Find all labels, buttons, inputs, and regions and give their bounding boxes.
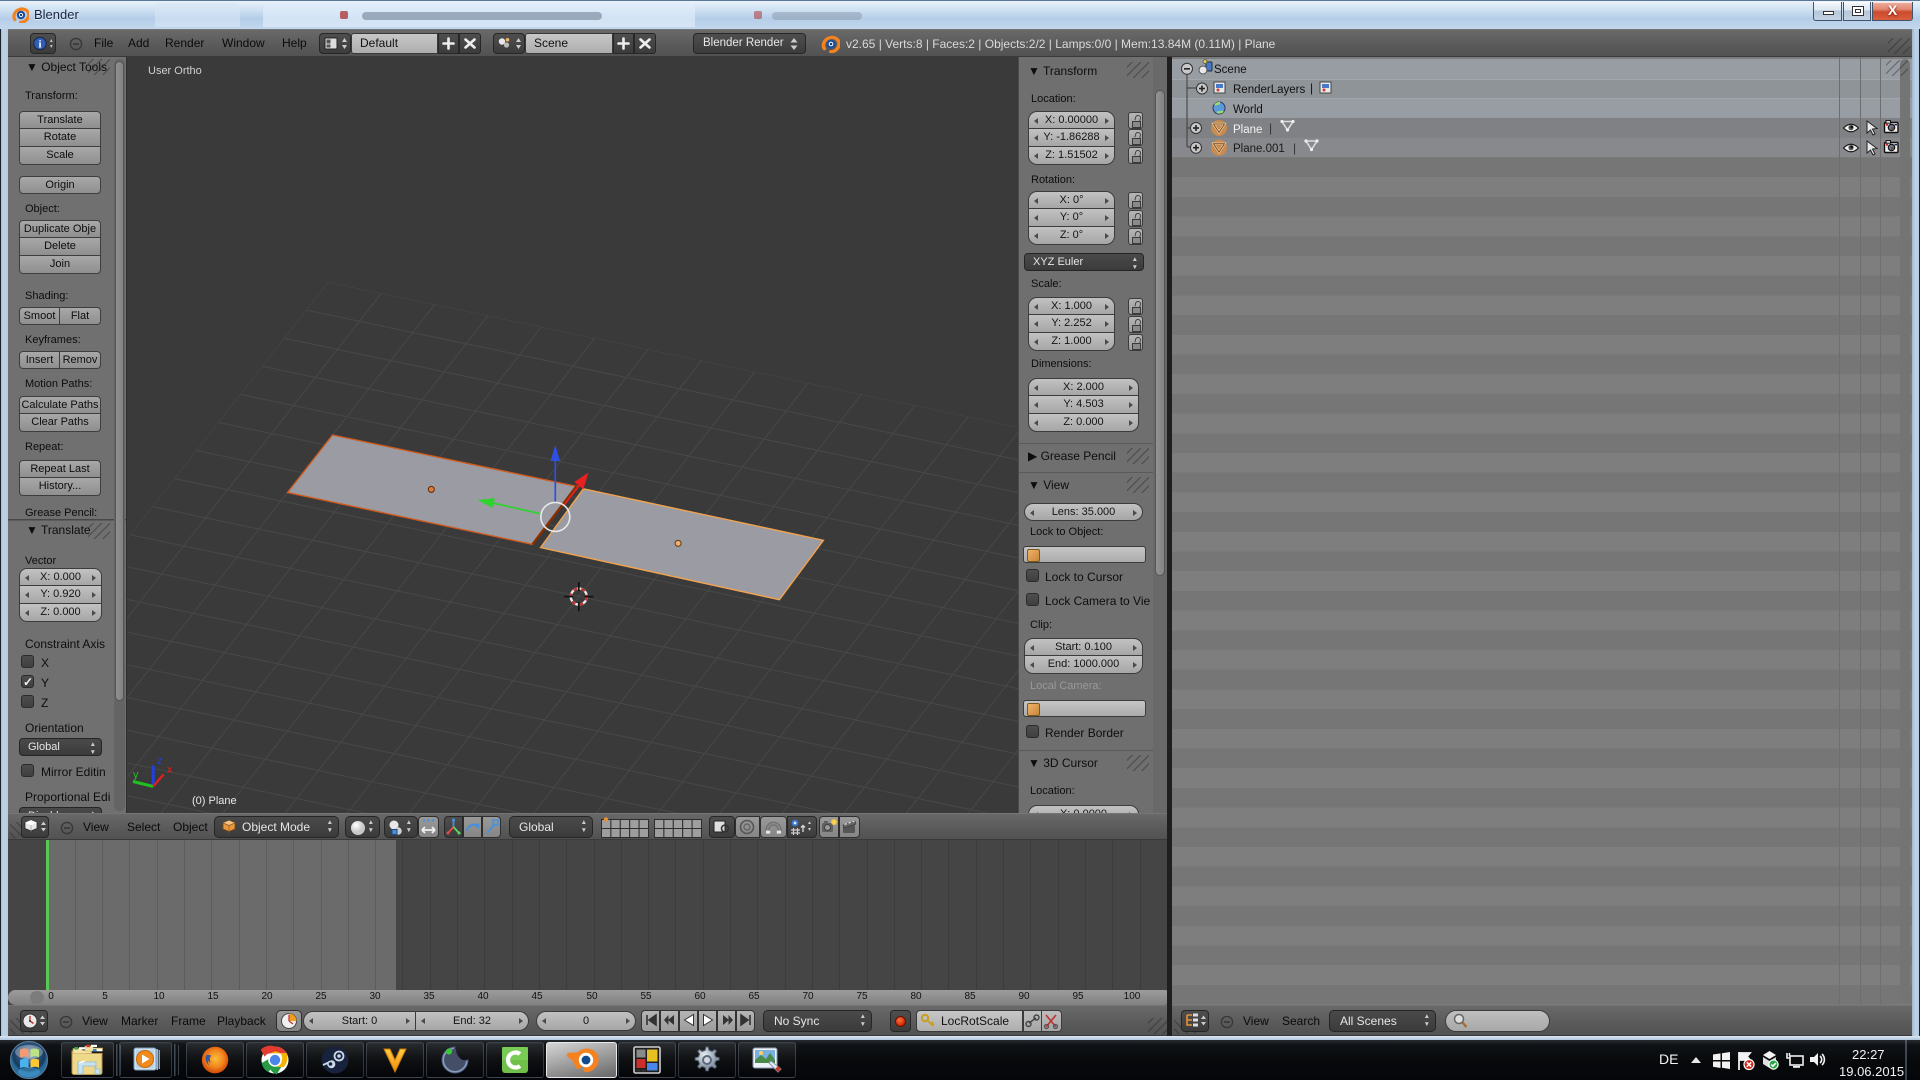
svg-text:y: y: [133, 769, 139, 781]
svg-text:z: z: [157, 755, 163, 767]
svg-text:|: |: [1269, 121, 1272, 135]
svg-text:x: x: [167, 764, 173, 776]
svg-text:Scene: Scene: [1214, 64, 1247, 76]
svg-text:(0) Plane: (0) Plane: [192, 795, 237, 807]
svg-text:i: i: [38, 39, 41, 51]
svg-text:User Ortho: User Ortho: [148, 65, 202, 77]
svg-text:Plane.001: Plane.001: [1233, 143, 1285, 155]
svg-text:RenderLayers: RenderLayers: [1233, 84, 1305, 96]
svg-text:|: |: [1293, 141, 1296, 155]
svg-text:|: |: [1310, 81, 1313, 95]
svg-text:World: World: [1233, 104, 1263, 116]
svg-text:Plane: Plane: [1233, 124, 1262, 136]
